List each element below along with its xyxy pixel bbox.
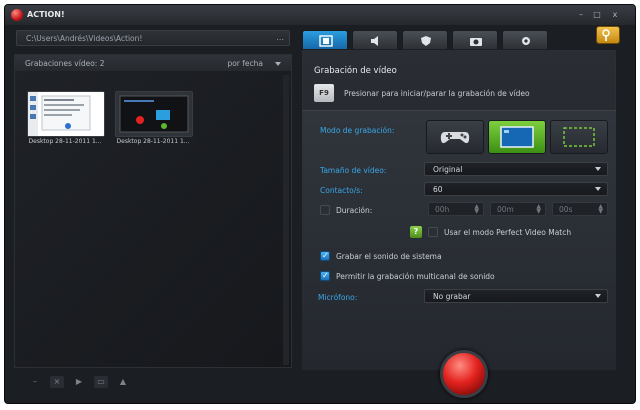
recording-thumbnail[interactable] xyxy=(27,91,105,137)
perfect-match-checkbox[interactable] xyxy=(428,227,438,237)
multichannel-checkbox[interactable] xyxy=(320,271,330,281)
region-icon xyxy=(563,127,595,147)
desktop-preview-image xyxy=(28,92,104,136)
app-logo xyxy=(11,9,23,21)
hotkey-description: Presionar para iniciar/parar la grabació… xyxy=(344,89,530,98)
close-button[interactable]: x xyxy=(609,9,621,20)
save-path-field[interactable]: C:\Users\Andrés\Videos\Action! ... xyxy=(16,30,290,46)
spinner-icon[interactable]: ▲ ▼ xyxy=(536,204,541,215)
app-preview-image xyxy=(116,92,192,136)
key-icon xyxy=(602,29,610,41)
duration-seconds-value: 00s xyxy=(559,205,573,214)
microphone-label: Micrófono: xyxy=(318,293,358,302)
mode-region-button[interactable] xyxy=(550,120,608,154)
fps-select[interactable]: 60 xyxy=(424,182,608,196)
camera-icon xyxy=(470,38,482,46)
duration-minutes-input[interactable]: 00m ▲ ▼ xyxy=(490,202,546,216)
hotkey-button[interactable]: F9 xyxy=(314,84,334,102)
maximize-button[interactable]: □ xyxy=(591,9,603,20)
gear-icon xyxy=(522,37,530,45)
recording-mode-label: Modo de grabación: xyxy=(320,126,395,135)
spinner-icon[interactable]: ▲ ▼ xyxy=(598,204,603,215)
desktop-icon xyxy=(500,126,534,148)
fps-value: 60 xyxy=(433,185,443,194)
perfect-match-label: Usar el modo Perfect Video Match xyxy=(444,228,572,237)
tab-screenshot[interactable] xyxy=(452,30,498,50)
microphone-value: No grabar xyxy=(433,292,471,301)
recordings-panel: Grabaciones vídeo: 2 por fecha Desktop 2… xyxy=(14,54,292,368)
open-folder-button[interactable]: ▭ xyxy=(94,376,108,388)
video-size-label: Tamaño de vídeo: xyxy=(320,166,387,175)
title-bar: ACTION! – □ x xyxy=(5,5,635,25)
recordings-count: Grabaciones vídeo: 2 xyxy=(25,59,105,68)
section-title: Grabación de vídeo xyxy=(314,66,397,76)
tab-video[interactable] xyxy=(302,30,348,50)
recording-thumbnail[interactable] xyxy=(115,91,193,137)
tab-benchmark[interactable] xyxy=(402,30,448,50)
duration-checkbox[interactable] xyxy=(320,205,330,215)
duration-minutes-value: 00m xyxy=(497,205,514,214)
upload-button[interactable]: ▲ xyxy=(116,376,130,388)
tab-audio[interactable] xyxy=(352,30,398,50)
duration-seconds-input[interactable]: 00s ▲ ▼ xyxy=(552,202,608,216)
mode-game-button[interactable] xyxy=(426,120,484,154)
gamepad-icon xyxy=(440,132,470,144)
chevron-down-icon xyxy=(595,187,601,191)
collapse-button[interactable]: – xyxy=(28,376,42,388)
play-button[interactable]: ▶ xyxy=(72,376,86,388)
recordings-scrollbar[interactable] xyxy=(283,75,289,365)
browse-button[interactable]: ... xyxy=(276,33,284,42)
duration-hours-input[interactable]: 00h ▲ ▼ xyxy=(428,202,484,216)
minimize-button[interactable]: – xyxy=(575,9,587,20)
multichannel-label: Permitir la grabación multicanal de soni… xyxy=(336,272,495,281)
system-sound-label: Grabar el sonido de sistema xyxy=(336,252,442,261)
recording-caption: Desktop 28-11-2011 1... xyxy=(116,138,190,145)
recording-caption: Desktop 28-11-2011 1... xyxy=(28,138,102,145)
system-sound-checkbox[interactable] xyxy=(320,251,330,261)
help-icon[interactable]: ? xyxy=(410,226,422,238)
microphone-select[interactable]: No grabar xyxy=(424,289,608,303)
license-key-button[interactable] xyxy=(596,26,620,44)
spinner-icon[interactable]: ▲ ▼ xyxy=(474,204,479,215)
app-title: ACTION! xyxy=(27,10,65,19)
delete-button[interactable]: × xyxy=(50,376,64,388)
chevron-down-icon[interactable] xyxy=(275,62,281,66)
record-button[interactable] xyxy=(440,350,488,398)
save-path-text: C:\Users\Andrés\Videos\Action! xyxy=(26,34,143,43)
recordings-header: Grabaciones vídeo: 2 por fecha xyxy=(15,55,291,71)
mode-desktop-button[interactable] xyxy=(488,120,546,154)
video-size-select[interactable]: Original xyxy=(424,162,608,176)
chevron-down-icon xyxy=(595,167,601,171)
film-icon xyxy=(319,35,333,47)
duration-hours-value: 00h xyxy=(435,205,450,214)
tab-settings[interactable] xyxy=(502,30,548,50)
library-toolbar: – × ▶ ▭ ▲ xyxy=(14,372,292,392)
duration-label: Duración: xyxy=(336,206,373,215)
sort-dropdown[interactable]: por fecha xyxy=(227,59,263,68)
video-size-value: Original xyxy=(433,165,463,174)
speaker-icon xyxy=(371,36,378,46)
shield-icon xyxy=(421,36,431,46)
chevron-down-icon xyxy=(595,294,601,298)
fps-label: Contacto/s: xyxy=(320,186,363,195)
